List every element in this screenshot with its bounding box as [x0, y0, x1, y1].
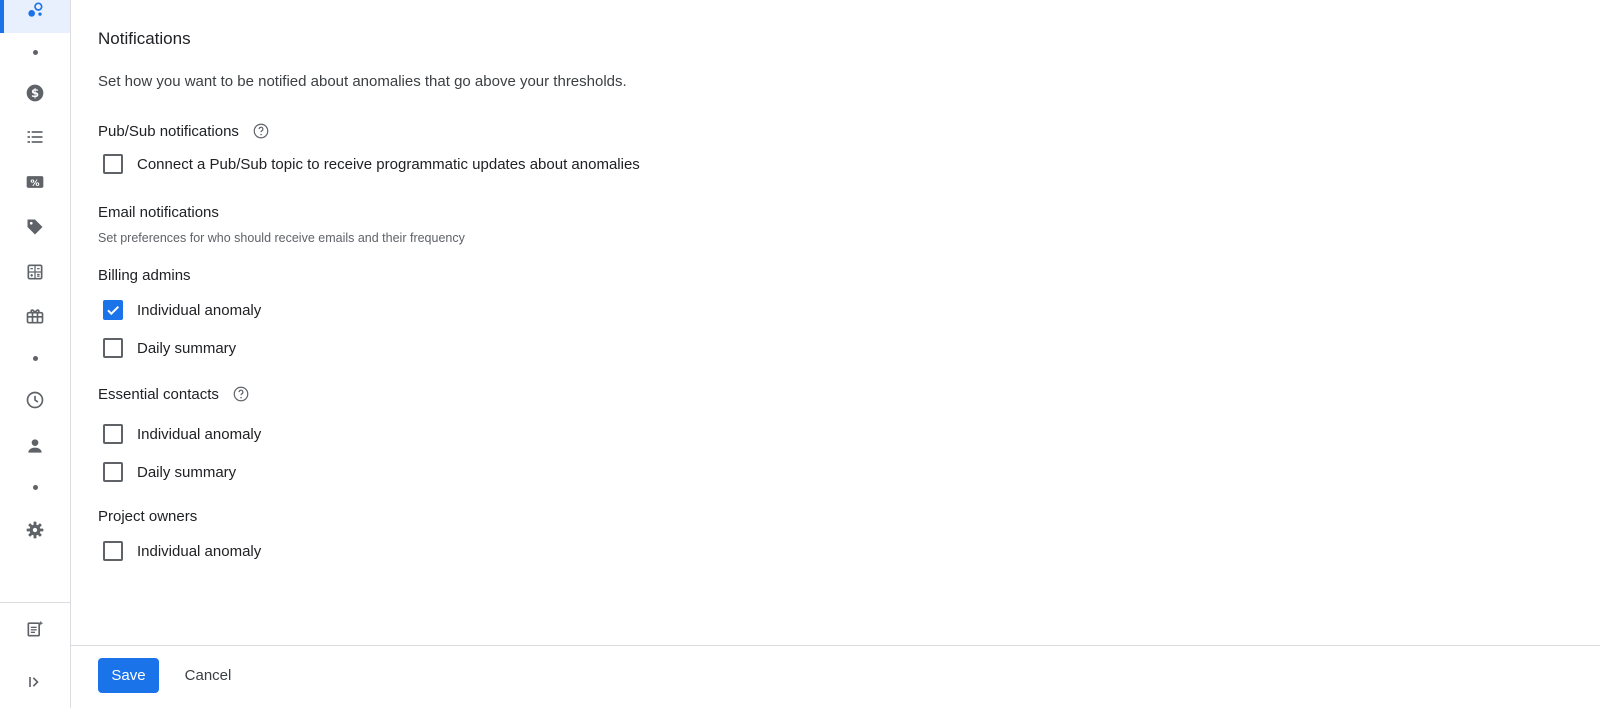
analytics-icon[interactable]	[19, 0, 51, 26]
list-icon[interactable]	[19, 121, 51, 153]
pubsub-checkbox[interactable]	[103, 154, 123, 174]
project-owners-label: Project owners	[98, 508, 198, 525]
email-heading: Email notifications	[98, 204, 219, 221]
svg-text:$: $	[31, 86, 39, 100]
rail-divider	[0, 602, 70, 603]
essential-contacts-daily-checkbox[interactable]	[103, 462, 123, 482]
billing-admins-individual-checkbox[interactable]	[103, 300, 123, 320]
essential-contacts-daily-label: Daily summary	[137, 463, 237, 481]
help-icon[interactable]	[232, 385, 250, 403]
expand-icon[interactable]	[19, 666, 51, 698]
pubsub-checkbox-label: Connect a Pub/Sub topic to receive progr…	[137, 155, 640, 173]
tag-icon[interactable]	[19, 211, 51, 243]
help-icon[interactable]	[252, 122, 270, 140]
billing-admins-daily-row[interactable]: Daily summary	[103, 336, 236, 360]
project-owners-individual-label: Individual anomaly	[137, 542, 262, 560]
person-icon[interactable]	[19, 430, 51, 462]
essential-contacts-individual-row[interactable]: Individual anomaly	[103, 422, 261, 446]
project-owners-individual-row[interactable]: Individual anomaly	[103, 539, 261, 563]
billing-admins-label: Billing admins	[98, 267, 191, 284]
nav-separator-dot	[33, 356, 38, 361]
footer-divider	[71, 645, 1600, 646]
email-subtext: Set preferences for who should receive e…	[98, 231, 465, 245]
billing-admins-daily-label: Daily summary	[137, 339, 237, 357]
nav-separator-dot	[33, 50, 38, 55]
email-heading-label: Email notifications	[98, 204, 219, 221]
pubsub-heading: Pub/Sub notifications	[98, 122, 270, 140]
svg-text:%: %	[30, 178, 39, 189]
billing-admins-individual-row[interactable]: Individual anomaly	[103, 298, 261, 322]
side-nav-rail: $ %	[0, 0, 71, 708]
project-owners-individual-checkbox[interactable]	[103, 541, 123, 561]
essential-contacts-individual-label: Individual anomaly	[137, 425, 262, 443]
essential-contacts-heading: Essential contacts	[98, 385, 250, 403]
billing-admins-daily-checkbox[interactable]	[103, 338, 123, 358]
save-button[interactable]: Save	[98, 658, 159, 693]
nav-separator-dot	[33, 485, 38, 490]
page-title: Notifications	[98, 29, 191, 48]
pubsub-checkbox-row[interactable]: Connect a Pub/Sub topic to receive progr…	[103, 152, 640, 176]
check-icon	[107, 305, 120, 316]
essential-contacts-individual-checkbox[interactable]	[103, 424, 123, 444]
notes-icon[interactable]	[19, 613, 51, 645]
clock-icon[interactable]	[19, 384, 51, 416]
active-item-indicator	[0, 0, 4, 33]
percent-icon[interactable]: %	[19, 166, 51, 198]
gear-icon[interactable]	[19, 514, 51, 546]
essential-contacts-label: Essential contacts	[98, 385, 219, 403]
billing-admins-individual-label: Individual anomaly	[137, 301, 262, 319]
page-description: Set how you want to be notified about an…	[98, 73, 627, 90]
essential-contacts-daily-row[interactable]: Daily summary	[103, 460, 236, 484]
calculator-icon[interactable]	[19, 256, 51, 288]
dollar-icon[interactable]: $	[19, 77, 51, 109]
pubsub-heading-label: Pub/Sub notifications	[98, 122, 239, 140]
gift-icon[interactable]	[19, 300, 51, 332]
cancel-button[interactable]: Cancel	[172, 658, 244, 693]
